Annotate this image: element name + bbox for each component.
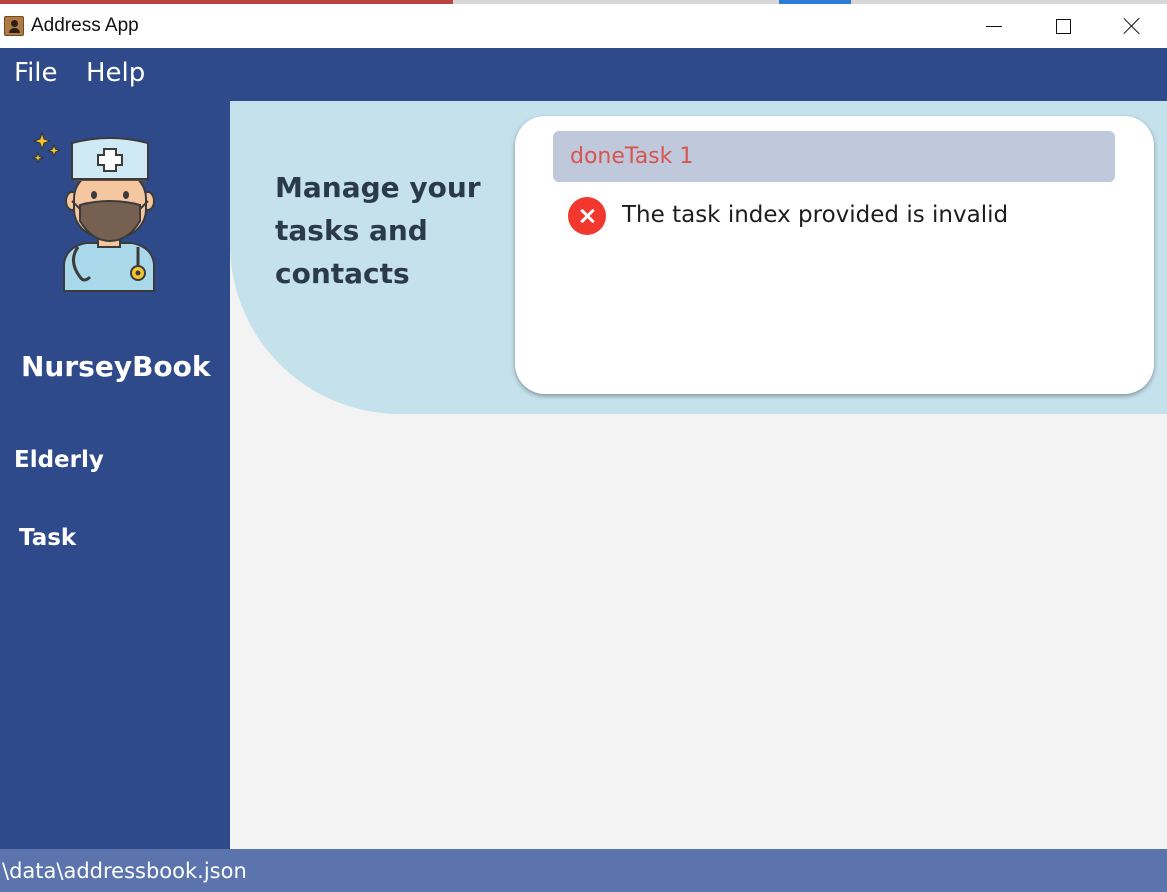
sidebar-item-elderly[interactable]: Elderly bbox=[14, 447, 104, 473]
minimize-button[interactable] bbox=[959, 4, 1029, 48]
status-bar: \data\addressbook.json bbox=[0, 849, 1167, 892]
menu-help[interactable]: Help bbox=[86, 58, 145, 88]
error-icon bbox=[568, 197, 606, 235]
minimize-icon bbox=[986, 25, 1002, 27]
menu-bar: File Help bbox=[0, 48, 1167, 101]
result-message: The task index provided is invalid bbox=[622, 202, 1009, 228]
close-icon bbox=[1123, 17, 1141, 35]
window-title: Address App bbox=[31, 15, 139, 36]
title-bar: Address App bbox=[0, 4, 1167, 48]
close-button[interactable] bbox=[1097, 4, 1167, 48]
sidebar-item-task[interactable]: Task bbox=[19, 525, 76, 551]
command-box bbox=[553, 131, 1115, 182]
sidebar: NurseyBook Elderly Task bbox=[0, 101, 230, 849]
maximize-icon bbox=[1055, 18, 1071, 34]
command-result-card: The task index provided is invalid bbox=[515, 116, 1154, 394]
nurse-avatar-icon bbox=[31, 131, 155, 292]
app-name: NurseyBook bbox=[21, 350, 211, 383]
save-file-path: \data\addressbook.json bbox=[2, 859, 247, 883]
menu-file[interactable]: File bbox=[14, 58, 58, 88]
command-input[interactable] bbox=[553, 131, 1115, 182]
main-panel: Manage your tasks and contacts The task … bbox=[230, 101, 1167, 849]
maximize-button[interactable] bbox=[1028, 4, 1098, 48]
tagline: Manage your tasks and contacts bbox=[275, 171, 481, 290]
address-book-icon bbox=[4, 16, 24, 36]
